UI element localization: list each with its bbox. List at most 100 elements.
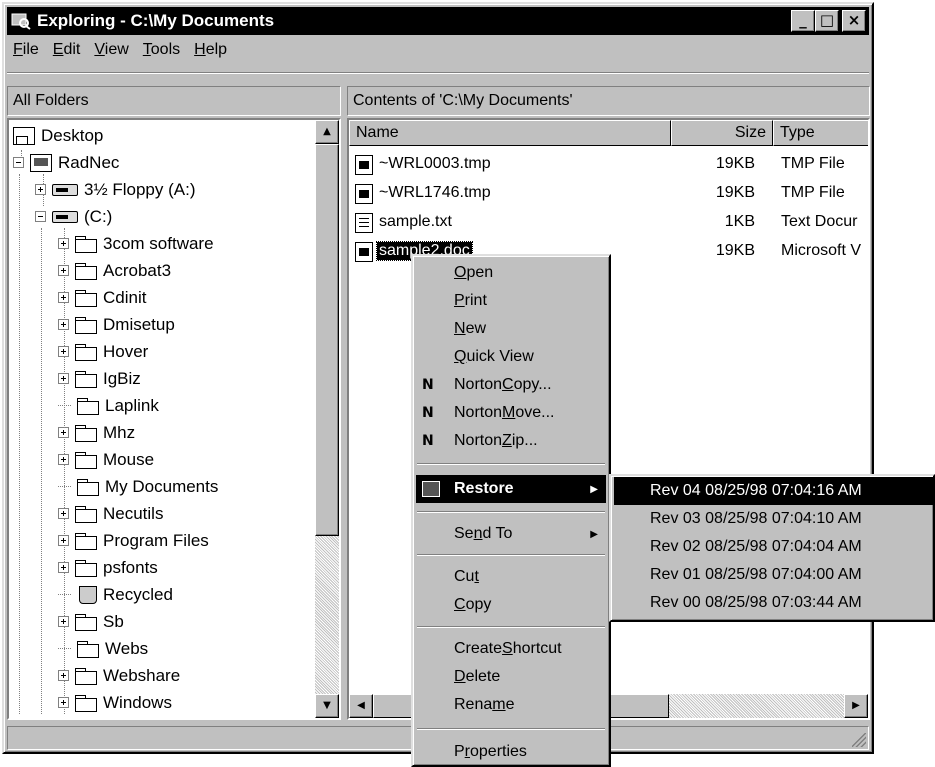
folder-icon [75,451,97,469]
restore-revision-item[interactable]: Rev 01 08/25/98 07:04:00 AM [614,561,933,589]
desktop-icon [13,126,35,145]
tree-item-sb[interactable]: Sb [58,608,124,635]
tree-item-my-documents[interactable]: My Documents [58,473,218,500]
menu-item-delete[interactable]: Delete [416,663,606,691]
file-row[interactable]: ~WRL0003.tmp 19KB TMP File [349,150,868,179]
tree-connector [58,594,71,595]
tree-item-mhz[interactable]: Mhz [58,419,135,446]
contents-header: Contents of 'C:\My Documents' [347,86,870,116]
expand-toggle-icon[interactable] [58,292,69,303]
tree-item-psfonts[interactable]: psfonts [58,554,158,581]
expand-toggle-icon[interactable] [58,535,69,546]
restore-revision-item[interactable]: Rev 00 08/25/98 07:03:44 AM [614,589,933,617]
restore-revision-item[interactable]: Rev 03 08/25/98 07:04:10 AM [614,505,933,533]
floppy-drive-icon [52,183,78,196]
menu-edit[interactable]: Edit [46,41,88,59]
tmp-file-icon [355,155,373,175]
window-title: Exploring - C:\My Documents [37,11,275,30]
tree-item-mouse[interactable]: Mouse [58,446,154,473]
menu-item-open[interactable]: Open [416,259,606,287]
tree-item-program-files[interactable]: Program Files [58,527,209,554]
file-row[interactable]: ~WRL1746.tmp 19KB TMP File [349,179,868,208]
tree-item-windows[interactable]: Windows [58,689,172,716]
menu-item-cut[interactable]: Cu t [416,563,606,591]
expand-toggle-icon[interactable] [58,427,69,438]
tree-item-floppy[interactable]: 3½ Floppy (A:) [35,176,196,203]
menu-item-new[interactable]: New [416,315,606,343]
tree-item-desktop[interactable]: Desktop [13,122,103,149]
scroll-up-button[interactable]: ▲ [315,120,339,144]
folder-icon [77,640,99,658]
menu-view[interactable]: View [87,41,135,59]
restore-revision-item[interactable]: Rev 04 08/25/98 07:04:16 AM [614,477,933,505]
menu-item-norton-zip[interactable]: N Norton Zip... [416,427,606,455]
scroll-right-button[interactable]: ▶ [844,694,868,718]
menu-item-restore[interactable]: Restore ▶ [416,475,606,503]
menu-file[interactable]: File [7,41,46,59]
expand-toggle-icon[interactable] [58,697,69,708]
expand-toggle-icon[interactable] [58,265,69,276]
expand-toggle-icon[interactable] [58,616,69,627]
expand-toggle-icon[interactable] [58,562,69,573]
title-bar[interactable]: Exploring - C:\My Documents _ □ × [7,7,869,35]
menu-separator [417,463,605,465]
expand-toggle-icon[interactable] [58,319,69,330]
menu-separator [417,554,605,556]
expand-toggle-icon[interactable] [58,670,69,681]
menu-item-copy[interactable]: Copy [416,591,606,619]
file-row[interactable]: sample.txt 1KB Text Docur [349,208,868,237]
expand-toggle-icon[interactable] [35,184,46,195]
maximize-button[interactable]: □ [815,10,839,32]
expand-toggle-icon[interactable] [58,346,69,357]
tree-content: Desktop RadNec 3½ Floppy (A:) (C:) 3com … [9,120,315,718]
column-header-type[interactable]: Type [773,120,868,146]
menu-item-create-shortcut[interactable]: Create Shortcut [416,635,606,663]
tree-vertical-scrollbar[interactable]: ▲ ▼ [315,120,339,718]
menu-item-properties[interactable]: Pr operties [416,738,606,766]
tmp-file-icon [355,184,373,204]
collapse-toggle-icon[interactable] [35,211,46,222]
expand-toggle-icon[interactable] [58,373,69,384]
menu-item-send-to[interactable]: Se n d To ▶ [416,520,606,548]
tree-item-webs[interactable]: Webs [58,635,148,662]
tree-item-radnec[interactable]: RadNec [13,149,119,176]
column-header-size[interactable]: Size [671,120,773,146]
tree-item-necutils[interactable]: Necutils [58,500,163,527]
close-button[interactable]: × [842,10,866,32]
expand-toggle-icon[interactable] [58,454,69,465]
menu-item-print[interactable]: Print [416,287,606,315]
tree-item-3com-software[interactable]: 3com software [58,230,214,257]
folder-icon [75,613,97,631]
column-header-name[interactable]: Name [349,120,671,146]
tree-item-acrobat3[interactable]: Acrobat3 [58,257,171,284]
scroll-thumb[interactable] [315,144,339,536]
expand-toggle-icon[interactable] [58,508,69,519]
tree-item-c-drive[interactable]: (C:) [35,203,112,230]
tree-item-dmisetup[interactable]: Dmisetup [58,311,175,338]
menu-tools[interactable]: Tools [136,41,187,59]
tree-item-igbiz[interactable]: IgBiz [58,365,141,392]
tree-item-cdinit[interactable]: Cdinit [58,284,146,311]
menu-separator [417,511,605,513]
tree-item-recycled[interactable]: Recycled [58,581,173,608]
hard-drive-icon [52,210,78,223]
expand-toggle-icon[interactable] [58,238,69,249]
folder-icon [75,532,97,550]
menu-item-rename[interactable]: Rena m e [416,691,606,719]
collapse-toggle-icon[interactable] [13,157,24,168]
resize-grip-icon[interactable] [852,733,866,747]
scroll-down-button[interactable]: ▼ [315,694,339,718]
menu-help[interactable]: Help [187,41,234,59]
tree-item-webshare[interactable]: Webshare [58,662,180,689]
tree-connector [58,648,71,649]
minimize-button[interactable]: _ [791,10,815,32]
menu-item-norton-move[interactable]: N Norton Move... [416,399,606,427]
folder-icon [75,343,97,361]
restore-revision-item[interactable]: Rev 02 08/25/98 07:04:04 AM [614,533,933,561]
explorer-icon [11,12,31,30]
menu-item-norton-copy[interactable]: N Norton Copy... [416,371,606,399]
scroll-left-button[interactable]: ◀ [349,694,373,718]
tree-item-hover[interactable]: Hover [58,338,148,365]
menu-item-quick-view[interactable]: Quick View [416,343,606,371]
tree-item-laplink[interactable]: Laplink [58,392,159,419]
